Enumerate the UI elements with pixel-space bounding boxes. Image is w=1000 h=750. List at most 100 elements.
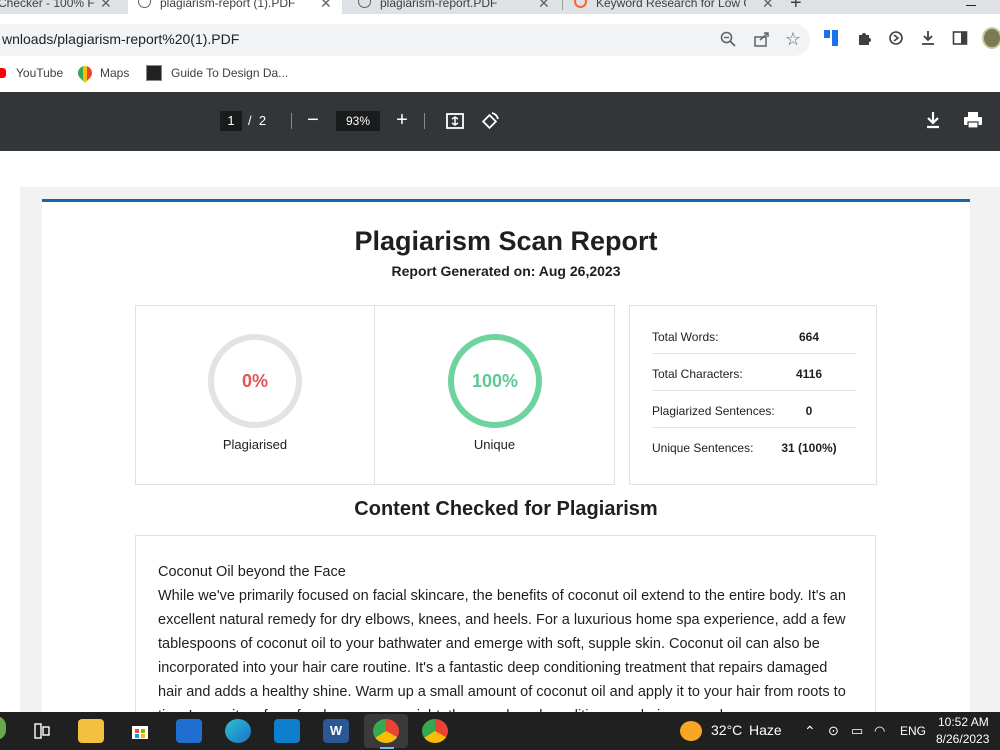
bookmarks-bar: YouTube Maps Guide To Design Da... [0,62,1000,86]
content-heading: Content Checked for Plagiarism [354,498,658,520]
report-date: Report Generated on: Aug 26,2023 [391,263,621,279]
language-indicator[interactable]: ENG [900,724,926,738]
download-icon[interactable] [922,110,944,134]
rotate-icon[interactable] [479,111,501,135]
stat-row: Total Words: 664 [652,317,856,354]
print-icon[interactable] [962,110,984,134]
word-icon[interactable]: W [323,719,349,743]
stat-row: Unique Sentences: 31 (100%) [652,428,856,465]
profile-avatar[interactable] [982,27,1000,49]
chrome-profile-icon[interactable] [422,719,448,743]
report-title: Plagiarism Scan Report [354,226,658,256]
stat-value: 664 [798,330,820,344]
wifi-icon[interactable]: ◠ [874,723,885,739]
tab-title: Keyword Research for Low C [596,0,746,10]
content-title: Coconut Oil beyond the Face [158,564,346,580]
share-icon[interactable] [752,31,772,51]
stat-label: Plagiarized Sentences: [652,404,775,418]
bookmark-guide[interactable]: Guide To Design Da... [146,65,289,81]
weather-sun-icon[interactable] [680,721,702,741]
task-view-icon[interactable] [29,719,55,743]
vscode-icon[interactable] [274,719,300,743]
onedrive-icon[interactable]: ⊙ [828,723,839,739]
taskbar: W 32°C Haze ⌃ ⊙ ▭ ◠ ENG 10:52 AM 8/26/20… [0,712,1000,750]
stat-row: Total Characters: 4116 [652,354,856,391]
maps-icon [75,63,95,83]
chevron-up-icon[interactable]: ⌃ [804,723,816,740]
chrome-icon[interactable] [373,719,399,743]
tab-2[interactable]: plagiarism-report (1).PDF ✕ [128,0,342,14]
clock-time[interactable]: 10:52 AM [938,715,989,729]
total-pages: 2 [258,113,267,128]
page-number-input[interactable]: 1 [220,111,242,131]
zoom-in-button[interactable]: + [391,110,413,130]
stat-value: 4116 [795,367,823,381]
stat-value: 0 [805,404,813,418]
bookmark-maps[interactable]: Maps [75,63,130,83]
address-bar[interactable]: wnloads/plagiarism-report%20(1).PDF ☆ [0,24,810,56]
zoom-level-input[interactable]: 93% [336,111,380,131]
stat-label: Unique Sentences: [652,441,754,455]
widget-leaf-icon[interactable] [0,716,6,740]
bookmark-star-icon[interactable]: ☆ [783,30,803,48]
content-box: Coconut Oil beyond the Face While we've … [135,535,876,712]
pdf-globe-icon [358,0,371,8]
sync-icon[interactable] [886,30,906,50]
edge-icon[interactable] [225,719,251,743]
fit-page-icon[interactable] [444,111,466,135]
bookmark-label: YouTube [16,66,64,80]
pdf-toolbar: 1 / 2 − 93% + [0,92,1000,151]
weather-desc[interactable]: Haze [749,722,782,738]
toolbar-divider [291,113,292,129]
close-icon[interactable]: ✕ [538,0,550,12]
file-explorer-icon[interactable] [78,719,104,743]
tab-title: Checker - 100% F [0,0,95,10]
new-tab-button[interactable]: + [790,0,810,12]
unique-label: Unique [473,437,516,452]
stat-label: Total Words: [652,330,719,344]
url-text[interactable]: wnloads/plagiarism-report%20(1).PDF [2,31,239,47]
close-icon[interactable]: ✕ [762,0,774,12]
tab-title: plagiarism-report (1).PDF [160,0,296,10]
toolbar-divider [424,113,425,129]
tab-divider [562,0,563,10]
tab-4[interactable]: Keyword Research for Low C ✕ [566,0,780,14]
close-icon[interactable]: ✕ [320,0,332,12]
bookmark-label: Guide To Design Da... [171,66,289,80]
side-panel-icon[interactable] [950,30,970,50]
content-body: While we've primarily focused on facial … [158,588,846,712]
weather-temp[interactable]: 32°C [711,722,742,738]
page-count: / 2 [248,113,267,128]
browser-toolbar: wnloads/plagiarism-report%20(1).PDF ☆ [0,14,1000,62]
bookmark-label: Maps [100,66,130,80]
unique-card: 100% Unique [374,305,615,485]
bookmark-youtube[interactable]: YouTube [0,66,63,80]
stat-row: Plagiarized Sentences: 0 [652,391,856,428]
plagiarised-ring: 0% [208,334,302,428]
semrush-icon [574,0,587,8]
close-icon[interactable]: ✕ [100,0,112,12]
zoom-icon[interactable] [718,31,738,51]
guide-icon [146,65,162,81]
zoom-out-button[interactable]: − [302,110,324,130]
unique-ring: 100% [448,334,542,428]
stat-label: Total Characters: [652,367,743,381]
extensions-puzzle-icon[interactable] [855,30,875,50]
tab-3[interactable]: plagiarism-report.PDF ✕ [348,0,560,14]
clock-date[interactable]: 8/26/2023 [936,732,989,746]
pdf-viewer[interactable]: Plagiarism Scan Report Report Generated … [0,151,1000,712]
pdf-globe-icon [138,0,151,8]
stats-card: Total Words: 664 Total Characters: 4116 … [629,305,877,485]
pdf-page: Plagiarism Scan Report Report Generated … [42,199,970,712]
plagiarised-card: 0% Plagiarised [135,305,375,485]
youtube-icon [0,68,6,78]
plagiarised-label: Plagiarised [222,437,288,452]
tab-1[interactable]: Checker - 100% F ✕ [0,0,122,14]
tab-title: plagiarism-report.PDF [380,0,498,10]
battery-icon[interactable]: ▭ [851,723,863,739]
window-minimize-icon[interactable] [966,5,976,6]
mail-icon[interactable] [176,719,202,743]
download-icon[interactable] [918,30,938,50]
store-icon[interactable] [127,719,153,743]
stat-value: 31 (100%) [781,441,837,455]
